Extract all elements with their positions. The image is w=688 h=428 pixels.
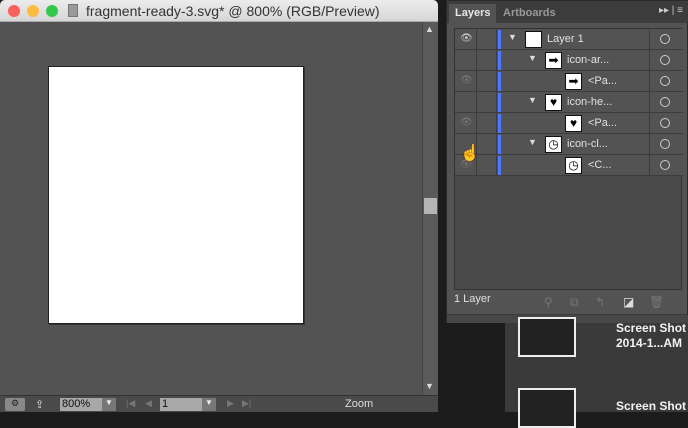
layer-name: <Pa... (588, 75, 618, 87)
eye-icon[interactable]: 👁 (460, 33, 474, 44)
new-layer-icon[interactable]: ◪ (623, 295, 634, 309)
document-window: fragment-ready-3.svg* @ 800% (RGB/Previe… (0, 0, 438, 412)
layer-name: <C... (588, 159, 612, 171)
layer-row[interactable]: 👁 ♥ <Pa... (455, 113, 683, 134)
page-dropdown-icon[interactable]: ▼ (202, 398, 216, 411)
expand-triangle-icon[interactable]: ▼ (508, 32, 517, 42)
page-input[interactable]: 1 (160, 398, 202, 411)
last-page-icon[interactable]: ▶| (242, 398, 251, 411)
trash-icon[interactable]: 🗑 (649, 295, 664, 309)
arrow-right-icon: ➡ (565, 73, 582, 90)
layer-row[interactable]: 👁 ➡ <Pa... (455, 71, 683, 92)
share-icon[interactable]: ⇪ (35, 398, 44, 411)
target-circle-icon[interactable] (660, 118, 670, 128)
artboard[interactable] (48, 66, 304, 324)
zoom-button[interactable] (46, 5, 58, 17)
settings-icon[interactable]: ⚙ (5, 398, 25, 411)
first-page-icon[interactable]: |◀ (126, 398, 135, 411)
layers-list: 👁 ▼ Layer 1 ▼ ➡ icon-ar... 👁 ➡ <Pa... ▼ … (454, 28, 683, 290)
layer-row[interactable]: 👁 ◷ <C... (455, 155, 683, 176)
new-sublayer-icon[interactable]: ↰ (595, 295, 605, 309)
heart-icon: ♥ (565, 115, 582, 132)
prev-page-icon[interactable]: ◀ (145, 398, 152, 411)
search-icon[interactable]: ⚲ (544, 295, 553, 309)
layer-row[interactable]: ▼ ➡ icon-ar... (455, 50, 683, 71)
panel-menu-icon[interactable]: ▸▸ | ≡ (659, 5, 683, 16)
zoom-dropdown-icon[interactable]: ▼ (102, 398, 116, 411)
close-button[interactable] (8, 5, 20, 17)
panel-tabs: Layers Artboards ▸▸ | ≡ (447, 1, 688, 23)
layer-name: Layer 1 (547, 33, 584, 45)
file-name[interactable]: Screen Shot (616, 399, 686, 413)
file-browser: Screen Shot 2014-1...AM Screen Shot (505, 317, 688, 428)
file-thumbnail[interactable] (518, 388, 576, 428)
file-name[interactable]: Screen Shot (616, 321, 686, 335)
status-label[interactable]: Zoom (345, 398, 373, 411)
heart-icon: ♥ (545, 94, 562, 111)
expand-triangle-icon[interactable]: ▼ (528, 95, 537, 105)
layer-thumbnail (525, 31, 542, 48)
layer-name: icon-cl... (567, 138, 608, 150)
expand-triangle-icon[interactable]: ▼ (528, 53, 537, 63)
layer-color-bar (498, 30, 501, 49)
layer-name: icon-he... (567, 96, 613, 108)
tab-artboards[interactable]: Artboards (497, 4, 562, 23)
expand-triangle-icon[interactable]: ▼ (528, 137, 537, 147)
layer-row[interactable]: 👁 ▼ Layer 1 (455, 29, 683, 50)
clock-icon: ◷ (545, 136, 562, 153)
target-circle-icon[interactable] (660, 34, 670, 44)
window-title: fragment-ready-3.svg* @ 800% (RGB/Previe… (86, 3, 380, 19)
eye-icon[interactable]: 👁 (460, 75, 474, 86)
tab-layers[interactable]: Layers (449, 4, 497, 23)
layer-name: icon-ar... (567, 54, 610, 66)
document-icon (68, 4, 78, 17)
zoom-input[interactable]: 800% (60, 398, 102, 411)
layers-panel: Layers Artboards ▸▸ | ≡ 👁 ▼ Layer 1 ▼ ➡ … (446, 0, 688, 323)
arrow-right-icon: ➡ (545, 52, 562, 69)
clock-icon: ◷ (565, 157, 582, 174)
layer-name: <Pa... (588, 117, 618, 129)
eye-icon[interactable]: 👁 (460, 117, 474, 128)
title-bar: fragment-ready-3.svg* @ 800% (RGB/Previe… (0, 0, 438, 22)
layer-count: 1 Layer (454, 293, 491, 305)
scroll-down-icon[interactable]: ▼ (425, 381, 434, 391)
next-page-icon[interactable]: ▶ (227, 398, 234, 411)
scrollbar-thumb[interactable] (424, 198, 437, 214)
target-circle-icon[interactable] (660, 139, 670, 149)
hand-cursor-icon: ☝ (460, 145, 480, 162)
scroll-up-icon[interactable]: ▲ (425, 24, 434, 34)
layer-row[interactable]: ▼ ♥ icon-he... (455, 92, 683, 113)
status-bar: ⚙ ⇪ 800% ▼ |◀ ◀ 1 ▼ ▶ ▶| Zoom (0, 395, 438, 412)
target-circle-icon[interactable] (660, 97, 670, 107)
clipping-mask-icon[interactable]: ⧉ (570, 295, 579, 310)
layer-row[interactable]: ▼ ◷ icon-cl... (455, 134, 683, 155)
target-circle-icon[interactable] (660, 160, 670, 170)
file-thumbnail[interactable] (518, 317, 576, 357)
target-circle-icon[interactable] (660, 55, 670, 65)
minimize-button[interactable] (27, 5, 39, 17)
target-circle-icon[interactable] (660, 76, 670, 86)
file-subname: 2014-1...AM (616, 336, 683, 350)
